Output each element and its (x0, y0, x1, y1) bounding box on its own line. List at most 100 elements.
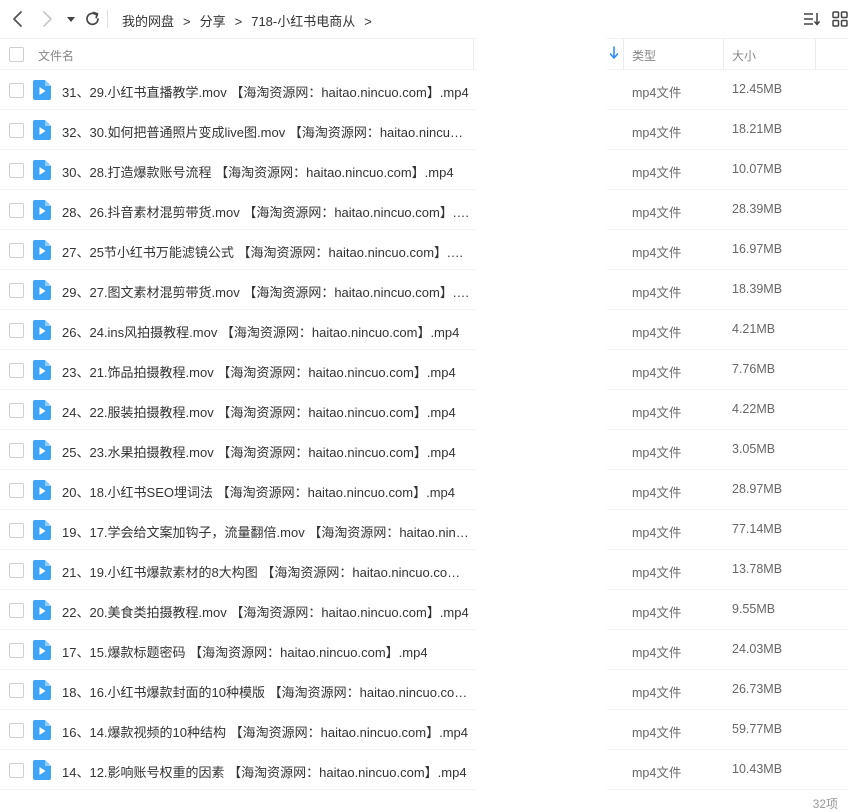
video-file-icon (33, 520, 51, 540)
file-type: mp4文件 (632, 286, 682, 300)
row-checkbox[interactable] (9, 563, 24, 578)
row-checkbox[interactable] (9, 243, 24, 258)
file-row[interactable]: 29、27.图文素材混剪带货.mov 【海淘资源网：haitao.nincuo.… (0, 270, 848, 310)
file-row[interactable]: 23、21.饰品拍摄教程.mov 【海淘资源网：haitao.nincuo.co… (0, 350, 848, 390)
video-file-icon (33, 680, 51, 700)
file-size: 3.05MB (732, 442, 776, 456)
row-checkbox[interactable] (9, 683, 24, 698)
row-checkbox[interactable] (9, 403, 24, 418)
row-checkbox[interactable] (9, 123, 24, 138)
file-type: mp4文件 (632, 166, 682, 180)
row-checkbox[interactable] (9, 723, 24, 738)
row-checkbox[interactable] (9, 363, 24, 378)
file-name[interactable]: 24、22.服装拍摄教程.mov 【海淘资源网：haitao.nincuo.co… (62, 402, 470, 421)
row-checkbox[interactable] (9, 603, 24, 618)
row-checkbox[interactable] (9, 203, 24, 218)
file-name[interactable]: 18、16.小红书爆款封面的10种模版 【海淘资源网：haitao.nincuo… (62, 682, 470, 701)
column-divider[interactable] (623, 38, 624, 70)
breadcrumb-separator-icon: > (234, 14, 243, 29)
file-row[interactable]: 26、24.ins风拍摄教程.mov 【海淘资源网：haitao.nincuo.… (0, 310, 848, 350)
row-checkbox[interactable] (9, 283, 24, 298)
row-checkbox[interactable] (9, 163, 24, 178)
file-size: 12.45MB (732, 82, 783, 96)
file-row[interactable]: 14、12.影响账号权重的因素 【海淘资源网：haitao.nincuo.com… (0, 750, 848, 790)
file-size: 18.39MB (732, 282, 783, 296)
video-file-icon (33, 280, 51, 300)
refresh-icon[interactable] (83, 8, 103, 30)
video-file-icon (33, 120, 51, 140)
file-size: 77.14MB (732, 522, 783, 536)
video-file-icon (33, 240, 51, 260)
file-name[interactable]: 21、19.小红书爆款素材的8大构图 【海淘资源网：haitao.nincuo.… (62, 562, 470, 581)
file-name[interactable]: 23、21.饰品拍摄教程.mov 【海淘资源网：haitao.nincuo.co… (62, 362, 470, 381)
file-type: mp4文件 (632, 766, 682, 780)
row-checkbox[interactable] (9, 643, 24, 658)
file-row[interactable]: 18、16.小红书爆款封面的10种模版 【海淘资源网：haitao.nincuo… (0, 670, 848, 710)
file-row[interactable]: 22、20.美食类拍摄教程.mov 【海淘资源网：haitao.nincuo.c… (0, 590, 848, 630)
column-size[interactable]: 大小 (732, 47, 756, 64)
back-arrow-icon[interactable] (8, 8, 28, 30)
file-row[interactable]: 25、23.水果拍摄教程.mov 【海淘资源网：haitao.nincuo.co… (0, 430, 848, 470)
file-row[interactable]: 28、26.抖音素材混剪带货.mov 【海淘资源网：haitao.nincuo.… (0, 190, 848, 230)
file-size: 26.73MB (732, 682, 783, 696)
select-all-checkbox[interactable] (9, 47, 24, 62)
file-row[interactable]: 21、19.小红书爆款素材的8大构图 【海淘资源网：haitao.nincuo.… (0, 550, 848, 590)
file-name[interactable]: 32、30.如何把普通照片变成live图.mov 【海淘资源网：haitao.n… (62, 122, 470, 141)
column-name[interactable]: 文件名 (38, 47, 74, 64)
video-file-icon (33, 720, 51, 740)
column-divider[interactable] (815, 38, 816, 70)
file-size: 24.03MB (732, 642, 783, 656)
file-type: mp4文件 (632, 646, 682, 660)
file-size: 16.97MB (732, 242, 783, 256)
file-type: mp4文件 (632, 326, 682, 340)
breadcrumb-item[interactable]: 718-小红书电商从 (251, 14, 355, 29)
file-name[interactable]: 28、26.抖音素材混剪带货.mov 【海淘资源网：haitao.nincuo.… (62, 202, 470, 221)
video-file-icon (33, 640, 51, 660)
file-name[interactable]: 25、23.水果拍摄教程.mov 【海淘资源网：haitao.nincuo.co… (62, 442, 470, 461)
video-file-icon (33, 360, 51, 380)
sort-list-icon[interactable] (803, 10, 821, 28)
file-row[interactable]: 16、14.爆款视频的10种结构 【海淘资源网：haitao.nincuo.co… (0, 710, 848, 750)
row-checkbox[interactable] (9, 523, 24, 538)
file-name[interactable]: 14、12.影响账号权重的因素 【海淘资源网：haitao.nincuo.com… (62, 762, 470, 781)
file-row[interactable]: 32、30.如何把普通照片变成live图.mov 【海淘资源网：haitao.n… (0, 110, 848, 150)
file-row[interactable]: 24、22.服装拍摄教程.mov 【海淘资源网：haitao.nincuo.co… (0, 390, 848, 430)
file-row[interactable]: 17、15.爆款标题密码 【海淘资源网：haitao.nincuo.com】.m… (0, 630, 848, 670)
file-name[interactable]: 30、28.打造爆款账号流程 【海淘资源网：haitao.nincuo.com】… (62, 162, 470, 181)
file-row[interactable]: 20、18.小红书SEO埋词法 【海淘资源网：haitao.nincuo.com… (0, 470, 848, 510)
file-type: mp4文件 (632, 86, 682, 100)
video-file-icon (33, 560, 51, 580)
column-type[interactable]: 类型 (632, 47, 656, 64)
file-name[interactable]: 17、15.爆款标题密码 【海淘资源网：haitao.nincuo.com】.m… (62, 642, 470, 661)
header-top-border (0, 38, 476, 39)
file-row[interactable]: 31、29.小红书直播教学.mov 【海淘资源网：haitao.nincuo.c… (0, 70, 848, 110)
row-checkbox[interactable] (9, 443, 24, 458)
file-row[interactable]: 19、17.学会给文案加钩子，流量翻倍.mov 【海淘资源网：haitao.ni… (0, 510, 848, 550)
file-name[interactable]: 27、25节小红书万能滤镜公式 【海淘资源网：haitao.nincuo.com… (62, 242, 470, 261)
file-name[interactable]: 22、20.美食类拍摄教程.mov 【海淘资源网：haitao.nincuo.c… (62, 602, 470, 621)
forward-arrow-icon[interactable] (37, 8, 57, 30)
breadcrumb-item[interactable]: 我的网盘 (122, 14, 174, 29)
row-checkbox[interactable] (9, 323, 24, 338)
row-divider (607, 789, 848, 790)
video-file-icon (33, 160, 51, 180)
file-size: 13.78MB (732, 562, 783, 576)
file-name[interactable]: 19、17.学会给文案加钩子，流量翻倍.mov 【海淘资源网：haitao.ni… (62, 522, 470, 541)
file-name[interactable]: 20、18.小红书SEO埋词法 【海淘资源网：haitao.nincuo.com… (62, 482, 470, 501)
video-file-icon (33, 80, 51, 100)
dropdown-triangle-icon[interactable] (64, 8, 78, 30)
grid-view-icon[interactable] (831, 10, 848, 28)
row-divider (0, 789, 476, 790)
breadcrumb-item[interactable]: 分享 (200, 14, 226, 29)
column-divider[interactable] (723, 38, 724, 70)
file-name[interactable]: 26、24.ins风拍摄教程.mov 【海淘资源网：haitao.nincuo.… (62, 322, 470, 341)
file-size: 7.76MB (732, 362, 776, 376)
row-checkbox[interactable] (9, 483, 24, 498)
file-name[interactable]: 31、29.小红书直播教学.mov 【海淘资源网：haitao.nincuo.c… (62, 82, 470, 101)
file-row[interactable]: 27、25节小红书万能滤镜公式 【海淘资源网：haitao.nincuo.com… (0, 230, 848, 270)
file-name[interactable]: 16、14.爆款视频的10种结构 【海淘资源网：haitao.nincuo.co… (62, 722, 470, 741)
row-checkbox[interactable] (9, 83, 24, 98)
file-name[interactable]: 29、27.图文素材混剪带货.mov 【海淘资源网：haitao.nincuo.… (62, 282, 470, 301)
row-checkbox[interactable] (9, 763, 24, 778)
file-row[interactable]: 30、28.打造爆款账号流程 【海淘资源网：haitao.nincuo.com】… (0, 150, 848, 190)
